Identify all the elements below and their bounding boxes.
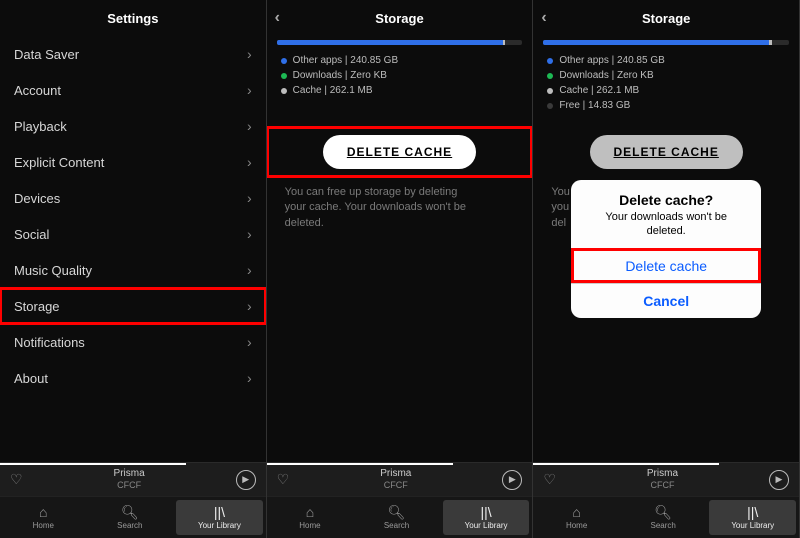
tab-library[interactable]: ||\Your Library [176, 500, 263, 535]
home-icon: ⌂ [39, 505, 47, 519]
bar-other-apps [277, 40, 503, 45]
chevron-right-icon: › [247, 190, 252, 206]
dialog-title: Delete cache? [571, 180, 761, 210]
back-icon[interactable]: ‹ [275, 9, 280, 27]
menu-storage[interactable]: Storage› [0, 288, 266, 324]
tab-bar: ⌂Home 🔍︎Search ||\Your Library [0, 496, 266, 538]
menu-social[interactable]: Social› [0, 216, 266, 252]
storage-content: Other apps | 240.85 GB Downloads | Zero … [267, 36, 533, 462]
heart-icon[interactable]: ♡ [10, 471, 23, 488]
storage-pane: ‹ Storage Other apps | 240.85 GB Downloa… [267, 0, 534, 538]
chevron-right-icon: › [247, 226, 252, 242]
dot-icon [281, 58, 287, 64]
back-icon[interactable]: ‹ [541, 9, 546, 27]
settings-pane: Settings Data Saver› Account› Playback› … [0, 0, 267, 538]
dialog-message: Your downloads won't be deleted. [571, 210, 761, 249]
dot-icon [281, 73, 287, 79]
dialog-confirm-button[interactable]: Delete cache [571, 248, 761, 283]
heart-icon[interactable]: ♡ [543, 471, 556, 488]
tab-search[interactable]: 🔍︎Search [87, 497, 174, 538]
tab-home[interactable]: ⌂Home [0, 497, 87, 538]
menu-playback[interactable]: Playback› [0, 108, 266, 144]
page-title: Storage [375, 11, 423, 26]
storage-content: Other apps | 240.85 GB Downloads | Zero … [533, 36, 799, 462]
track-title: Prisma [380, 468, 411, 480]
artist-name: CFCF [647, 480, 678, 491]
library-icon: ||\ [480, 505, 491, 519]
chevron-right-icon: › [247, 46, 252, 62]
now-playing-text: Prisma CFCF [114, 468, 145, 491]
track-title: Prisma [647, 468, 678, 480]
legend-cache: Cache | 262.1 MB [281, 83, 519, 98]
modal-backdrop: Delete cache? Your downloads won't be de… [533, 36, 799, 462]
menu-data-saver[interactable]: Data Saver› [0, 36, 266, 72]
dot-icon [281, 88, 287, 94]
tab-bar: ⌂Home 🔍︎Search ||\Your Library [533, 496, 799, 538]
now-playing-text: Prisma CFCF [647, 468, 678, 491]
menu-notifications[interactable]: Notifications› [0, 324, 266, 360]
now-playing-text: Prisma CFCF [380, 468, 411, 491]
menu-quality[interactable]: Music Quality› [0, 252, 266, 288]
progress-bar [0, 463, 186, 465]
now-playing-bar[interactable]: ♡ Prisma CFCF ▶ [533, 462, 799, 496]
home-icon: ⌂ [572, 505, 580, 519]
library-icon: ||\ [214, 505, 225, 519]
menu-explicit[interactable]: Explicit Content› [0, 144, 266, 180]
storage-confirm-pane: ‹ Storage Other apps | 240.85 GB Downloa… [533, 0, 800, 538]
bar-cache [503, 40, 505, 45]
hint-text: You can free up storage by deleting your… [267, 183, 533, 233]
header: ‹ Storage [533, 0, 799, 36]
progress-bar [533, 463, 719, 465]
chevron-right-icon: › [247, 298, 252, 314]
tab-bar: ⌂Home 🔍︎Search ||\Your Library [267, 496, 533, 538]
menu-about[interactable]: About› [0, 360, 266, 396]
tab-library[interactable]: ||\Your Library [443, 500, 530, 535]
artist-name: CFCF [114, 480, 145, 491]
page-title: Settings [107, 11, 158, 26]
menu-devices[interactable]: Devices› [0, 180, 266, 216]
tab-search[interactable]: 🔍︎Search [353, 497, 440, 538]
now-playing-bar[interactable]: ♡ Prisma CFCF ▶ [0, 462, 266, 496]
now-playing-bar[interactable]: ♡ Prisma CFCF ▶ [267, 462, 533, 496]
dialog-cancel-button[interactable]: Cancel [571, 283, 761, 318]
confirm-dialog: Delete cache? Your downloads won't be de… [571, 180, 761, 319]
chevron-right-icon: › [247, 262, 252, 278]
legend-other-apps: Other apps | 240.85 GB [281, 53, 519, 68]
play-icon[interactable]: ▶ [236, 470, 256, 490]
tab-home[interactable]: ⌂Home [267, 497, 354, 538]
settings-list: Data Saver› Account› Playback› Explicit … [0, 36, 266, 462]
search-icon: 🔍︎ [654, 505, 672, 519]
tab-search[interactable]: 🔍︎Search [620, 497, 707, 538]
chevron-right-icon: › [247, 370, 252, 386]
heart-icon[interactable]: ♡ [277, 471, 290, 488]
page-title: Storage [642, 11, 690, 26]
track-title: Prisma [114, 468, 145, 480]
tab-library[interactable]: ||\Your Library [709, 500, 796, 535]
delete-cache-button[interactable]: DELETE CACHE [323, 135, 476, 169]
tab-home[interactable]: ⌂Home [533, 497, 620, 538]
delete-cache-highlight: DELETE CACHE [267, 127, 533, 177]
search-icon: 🔍︎ [121, 505, 139, 519]
play-icon[interactable]: ▶ [769, 470, 789, 490]
chevron-right-icon: › [247, 334, 252, 350]
storage-legend: Other apps | 240.85 GB Downloads | Zero … [267, 53, 533, 113]
chevron-right-icon: › [247, 82, 252, 98]
progress-bar [267, 463, 453, 465]
header: Settings [0, 0, 266, 36]
library-icon: ||\ [747, 505, 758, 519]
chevron-right-icon: › [247, 154, 252, 170]
artist-name: CFCF [380, 480, 411, 491]
play-icon[interactable]: ▶ [502, 470, 522, 490]
storage-usage-bar [277, 40, 523, 45]
chevron-right-icon: › [247, 118, 252, 134]
menu-account[interactable]: Account› [0, 72, 266, 108]
header: ‹ Storage [267, 0, 533, 36]
legend-downloads: Downloads | Zero KB [281, 68, 519, 83]
home-icon: ⌂ [306, 505, 314, 519]
search-icon: 🔍︎ [388, 505, 406, 519]
